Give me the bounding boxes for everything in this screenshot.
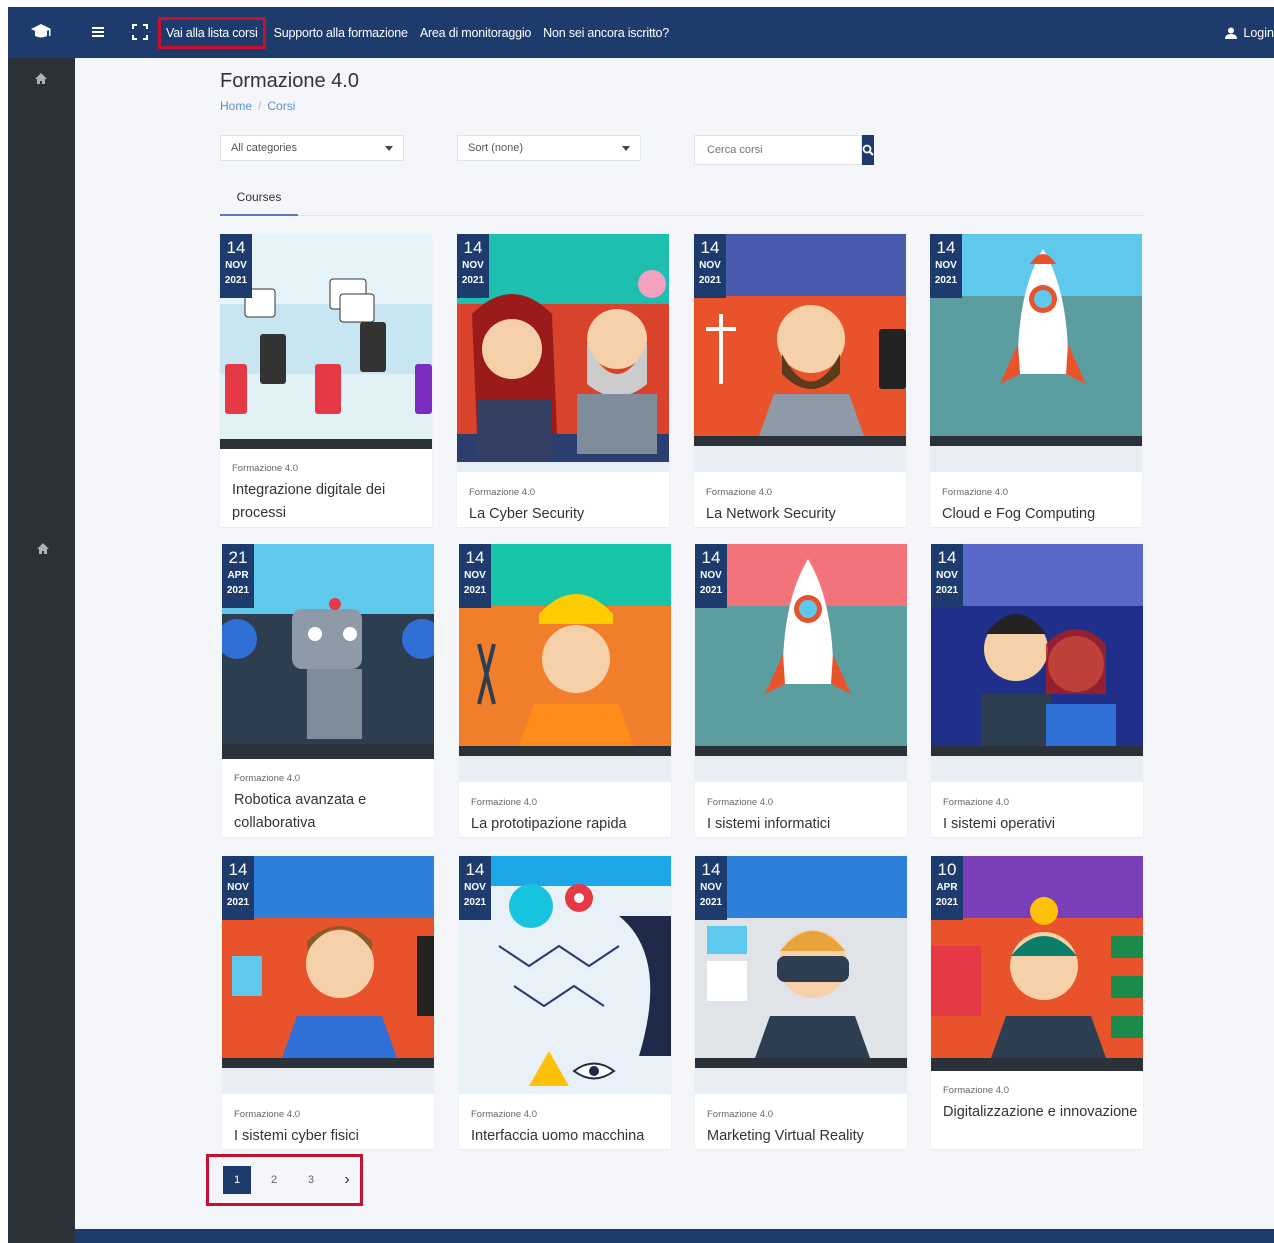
course-title[interactable]: Interfaccia uomo macchina — [471, 1125, 666, 1148]
chevron-down-icon — [385, 145, 393, 151]
course-title[interactable]: Robotica avanzata e collaborativa — [234, 789, 429, 835]
course-card[interactable]: 14 NOV 2021 Formazione 4.0 Interfaccia uom… — [459, 856, 671, 1149]
fullscreen-icon[interactable] — [130, 22, 150, 42]
course-category: Formazione 4.0 — [234, 773, 301, 784]
course-date-badge: 10 APR 2021 — [931, 856, 963, 920]
page-button-1[interactable]: 1 — [223, 1166, 251, 1194]
course-date-badge: 14 NOV 2021 — [459, 856, 491, 920]
course-card[interactable]: 21 APR 2021 Formazione 4.0 Robotica avanza… — [222, 544, 434, 837]
hamburger-menu-icon[interactable] — [90, 22, 106, 42]
course-card[interactable]: 14 NOV 2021 Formazione 4.0 I sistemi cyber… — [222, 856, 434, 1149]
course-category: Formazione 4.0 — [232, 463, 299, 474]
course-card[interactable]: 14 NOV 2021 Formazione 4.0 I sistemi opera… — [931, 544, 1143, 837]
course-card[interactable]: 14 NOV 2021 Formazione 4.0 La Cyber Securi… — [457, 234, 669, 527]
course-date-badge: 14 NOV 2021 — [694, 234, 726, 298]
course-category: Formazione 4.0 — [706, 487, 773, 498]
nav-register-link[interactable]: Non sei ancora iscritto? — [537, 26, 675, 40]
category-select[interactable]: All categories — [220, 135, 404, 161]
course-category: Formazione 4.0 — [469, 487, 536, 498]
course-date-badge: 14 NOV 2021 — [695, 856, 727, 920]
course-card[interactable]: 14 NOV 2021 Formazione 4.0 La Network Secu… — [694, 234, 906, 527]
home-icon[interactable] — [36, 542, 50, 556]
sort-select-value: Sort (none) — [468, 142, 524, 154]
course-title[interactable]: Digitalizzazione e innovazione — [943, 1101, 1138, 1124]
breadcrumb-home[interactable]: Home — [220, 99, 252, 113]
graduation-cap-icon[interactable] — [30, 21, 52, 43]
pagination: 1 2 3 › — [206, 1154, 363, 1206]
course-title[interactable]: Integrazione digitale dei processi — [232, 479, 427, 525]
page-title: Formazione 4.0 — [220, 70, 359, 92]
course-card[interactable]: 14 NOV 2021 Formazione 4.0 I sistemi infor… — [695, 544, 907, 837]
login-label: Login — [1243, 25, 1274, 40]
sidebar — [8, 58, 75, 1243]
course-date-badge: 14 NOV 2021 — [695, 544, 727, 608]
course-category: Formazione 4.0 — [707, 797, 774, 808]
course-date-badge: 14 NOV 2021 — [930, 234, 962, 298]
home-icon[interactable] — [34, 72, 48, 86]
course-category: Formazione 4.0 — [943, 1085, 1010, 1096]
search-icon — [862, 144, 874, 156]
course-date-badge: 14 NOV 2021 — [220, 234, 252, 298]
page-button-2[interactable]: 2 — [260, 1166, 288, 1194]
breadcrumb-separator: / — [258, 99, 262, 113]
course-title[interactable]: I sistemi cyber fisici — [234, 1125, 429, 1148]
course-title[interactable]: La Network Security — [706, 503, 901, 526]
course-date-badge: 14 NOV 2021 — [457, 234, 489, 298]
course-card[interactable]: 14 NOV 2021 Formazione 4.0 Integrazione di… — [220, 234, 432, 527]
course-title[interactable]: Marketing Virtual Reality — [707, 1125, 902, 1148]
next-page-chevron-icon[interactable]: › — [333, 1166, 361, 1194]
course-title[interactable]: I sistemi operativi — [943, 813, 1138, 836]
course-category: Formazione 4.0 — [471, 1109, 538, 1120]
course-card[interactable]: 14 NOV 2021 Formazione 4.0 La prototipazio… — [459, 544, 671, 837]
course-date-badge: 14 NOV 2021 — [222, 856, 254, 920]
course-title[interactable]: La prototipazione rapida — [471, 813, 666, 836]
breadcrumb: Home / Corsi — [220, 99, 295, 113]
main-nav: Vai alla lista corsi Supporto alla forma… — [158, 7, 675, 58]
nav-monitoring-link[interactable]: Area di monitoraggio — [414, 26, 537, 40]
user-icon — [1225, 27, 1238, 39]
course-search — [694, 135, 874, 165]
course-category: Formazione 4.0 — [942, 487, 1009, 498]
course-card[interactable]: 14 NOV 2021 Formazione 4.0 Marketing Virtu… — [695, 856, 907, 1149]
course-card[interactable]: 10 APR 2021 Formazione 4.0 Digitalizzazion… — [931, 856, 1143, 1149]
course-card[interactable]: 14 NOV 2021 Formazione 4.0 Cloud e Fog Com… — [930, 234, 1142, 527]
page-button-3[interactable]: 3 — [297, 1166, 325, 1194]
top-navbar: Vai alla lista corsi Supporto alla forma… — [8, 7, 1274, 58]
course-date-badge: 14 NOV 2021 — [931, 544, 963, 608]
category-select-value: All categories — [231, 142, 298, 154]
nav-course-list-link[interactable]: Vai alla lista corsi — [158, 16, 266, 49]
tab-bar: Courses — [220, 186, 1144, 216]
course-category: Formazione 4.0 — [471, 797, 538, 808]
course-date-badge: 14 NOV 2021 — [459, 544, 491, 608]
course-category: Formazione 4.0 — [234, 1109, 301, 1120]
app-frame: Vai alla lista corsi Supporto alla forma… — [8, 7, 1274, 1243]
course-date-badge: 21 APR 2021 — [222, 544, 254, 608]
tab-courses[interactable]: Courses — [220, 186, 298, 216]
login-link[interactable]: Login — [1225, 7, 1274, 58]
search-input[interactable] — [694, 135, 862, 165]
search-button[interactable] — [862, 135, 874, 165]
course-category: Formazione 4.0 — [943, 797, 1010, 808]
footer-bar — [75, 1229, 1274, 1243]
course-title[interactable]: I sistemi informatici — [707, 813, 902, 836]
chevron-down-icon — [622, 145, 630, 151]
sort-select[interactable]: Sort (none) — [457, 135, 641, 161]
course-category: Formazione 4.0 — [707, 1109, 774, 1120]
course-title[interactable]: Cloud e Fog Computing — [942, 503, 1137, 526]
course-title[interactable]: La Cyber Security — [469, 503, 664, 526]
nav-support-link[interactable]: Supporto alla formazione — [268, 26, 414, 40]
breadcrumb-courses[interactable]: Corsi — [267, 99, 295, 113]
